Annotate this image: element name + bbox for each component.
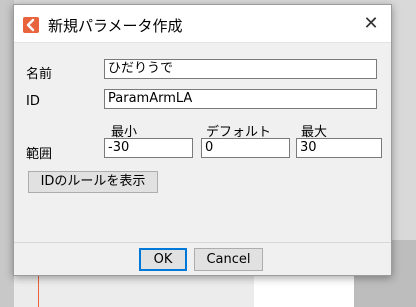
new-parameter-dialog: 新規パラメータ作成 ✕ 名前 ひだりうで ID ParamArmLA 最小 デフ… (13, 4, 392, 276)
background-left-panel (0, 0, 14, 307)
min-input[interactable]: -30 (104, 138, 193, 158)
cancel-button[interactable]: Cancel (194, 248, 263, 271)
close-icon[interactable]: ✕ (361, 14, 381, 34)
ok-button[interactable]: OK (139, 248, 187, 271)
dialog-title: 新規パラメータ作成 (48, 17, 183, 35)
default-input[interactable]: 0 (201, 138, 290, 158)
show-id-rules-button[interactable]: IDのルールを表示 (28, 171, 158, 193)
id-input[interactable]: ParamArmLA (104, 89, 377, 109)
titlebar: 新規パラメータ作成 ✕ (14, 5, 391, 43)
footer-separator (14, 242, 391, 243)
range-label: 範囲 (26, 147, 53, 162)
max-input[interactable]: 30 (296, 138, 382, 158)
app-icon (23, 17, 39, 33)
name-input[interactable]: ひだりうで (104, 59, 377, 79)
id-label: ID (26, 94, 40, 109)
name-label: 名前 (26, 67, 53, 82)
